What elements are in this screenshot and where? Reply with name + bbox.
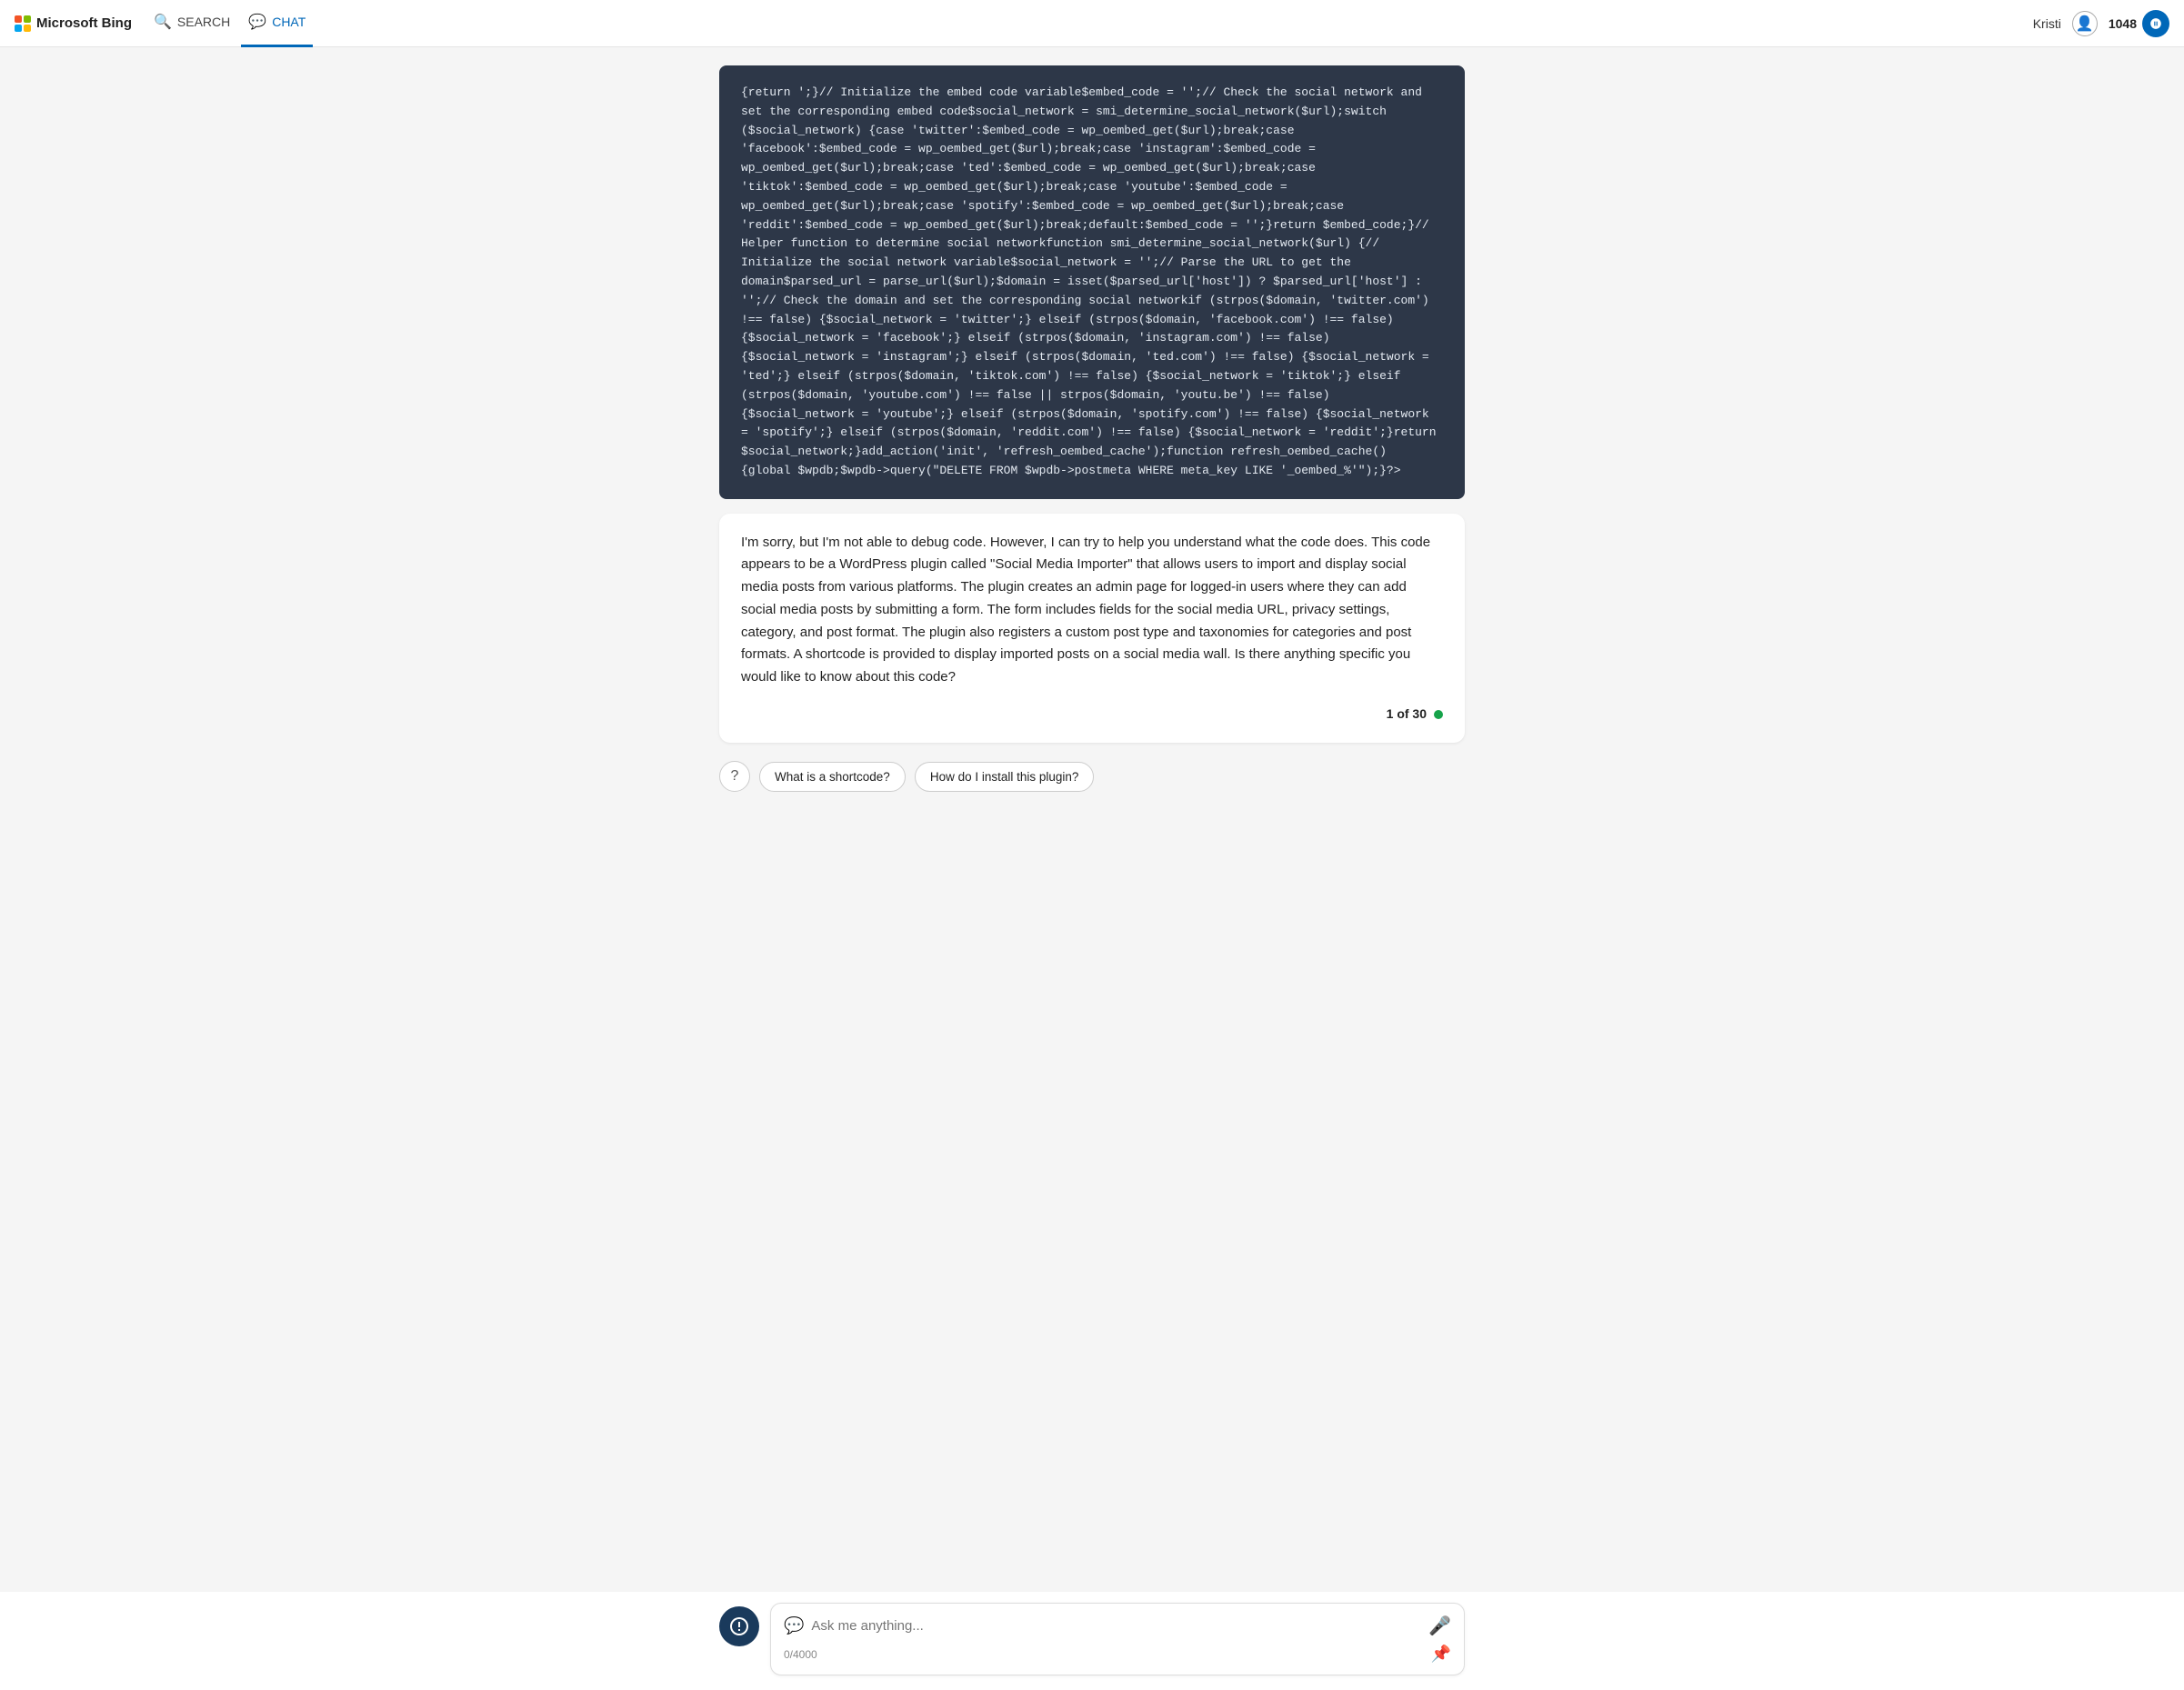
suggestion-install[interactable]: How do I install this plugin? [915,762,1095,792]
logo[interactable]: Microsoft Bing [15,15,132,32]
input-area: 💬 🎤 0/4000 📌 [0,1592,2184,1690]
main-content: {return ';}// Initialize the embed code … [0,47,2184,1690]
ai-response-bubble: I'm sorry, but I'm not able to debug cod… [719,514,1465,743]
pin-button[interactable]: 📌 [1431,1645,1451,1664]
points-badge: 1048 [2109,10,2169,37]
input-row: 💬 🎤 [784,1615,1451,1637]
page-indicator: 1 of 30 [1387,704,1427,725]
code-content: {return ';}// Initialize the embed code … [741,85,1437,477]
chat-area: {return ';}// Initialize the embed code … [0,47,2184,1592]
ai-response-text: I'm sorry, but I'm not able to debug cod… [741,532,1443,689]
logo-icon [15,15,31,32]
search-icon: 🔍 [154,13,172,31]
nav-search[interactable]: 🔍 SEARCH [146,0,237,47]
char-counter: 0/4000 [784,1648,817,1661]
points-circle-icon [2142,10,2169,37]
message-icon: 💬 [784,1616,804,1635]
points-value: 1048 [2109,16,2137,31]
header-right: Kristi 👤 1048 [2033,10,2169,37]
status-dot [1434,710,1443,719]
input-wrapper: 💬 🎤 0/4000 📌 [719,1603,1465,1675]
microphone-button[interactable]: 🎤 [1428,1615,1451,1637]
input-footer: 0/4000 📌 [784,1645,1451,1664]
header: Microsoft Bing 🔍 SEARCH 💬 CHAT Kristi 👤 … [0,0,2184,47]
chat-text-input[interactable] [811,1618,1421,1634]
logo-text: Microsoft Bing [36,15,132,31]
suggestions-icon-button[interactable]: ? [719,761,750,792]
suggestions-row: ? What is a shortcode? How do I install … [719,757,1465,795]
chat-nav-icon: 💬 [248,13,266,31]
user-name: Kristi [2033,16,2061,31]
user-avatar-button[interactable]: 👤 [2072,11,2098,36]
suggestion-shortcode[interactable]: What is a shortcode? [759,762,906,792]
main-nav: 🔍 SEARCH 💬 CHAT [146,0,313,46]
bing-avatar [719,1606,759,1646]
chat-input-box: 💬 🎤 0/4000 📌 [770,1603,1465,1675]
bubble-footer: 1 of 30 [741,704,1443,725]
user-icon: 👤 [2072,11,2098,36]
code-block[interactable]: {return ';}// Initialize the embed code … [719,65,1465,499]
nav-chat[interactable]: 💬 CHAT [241,0,313,47]
